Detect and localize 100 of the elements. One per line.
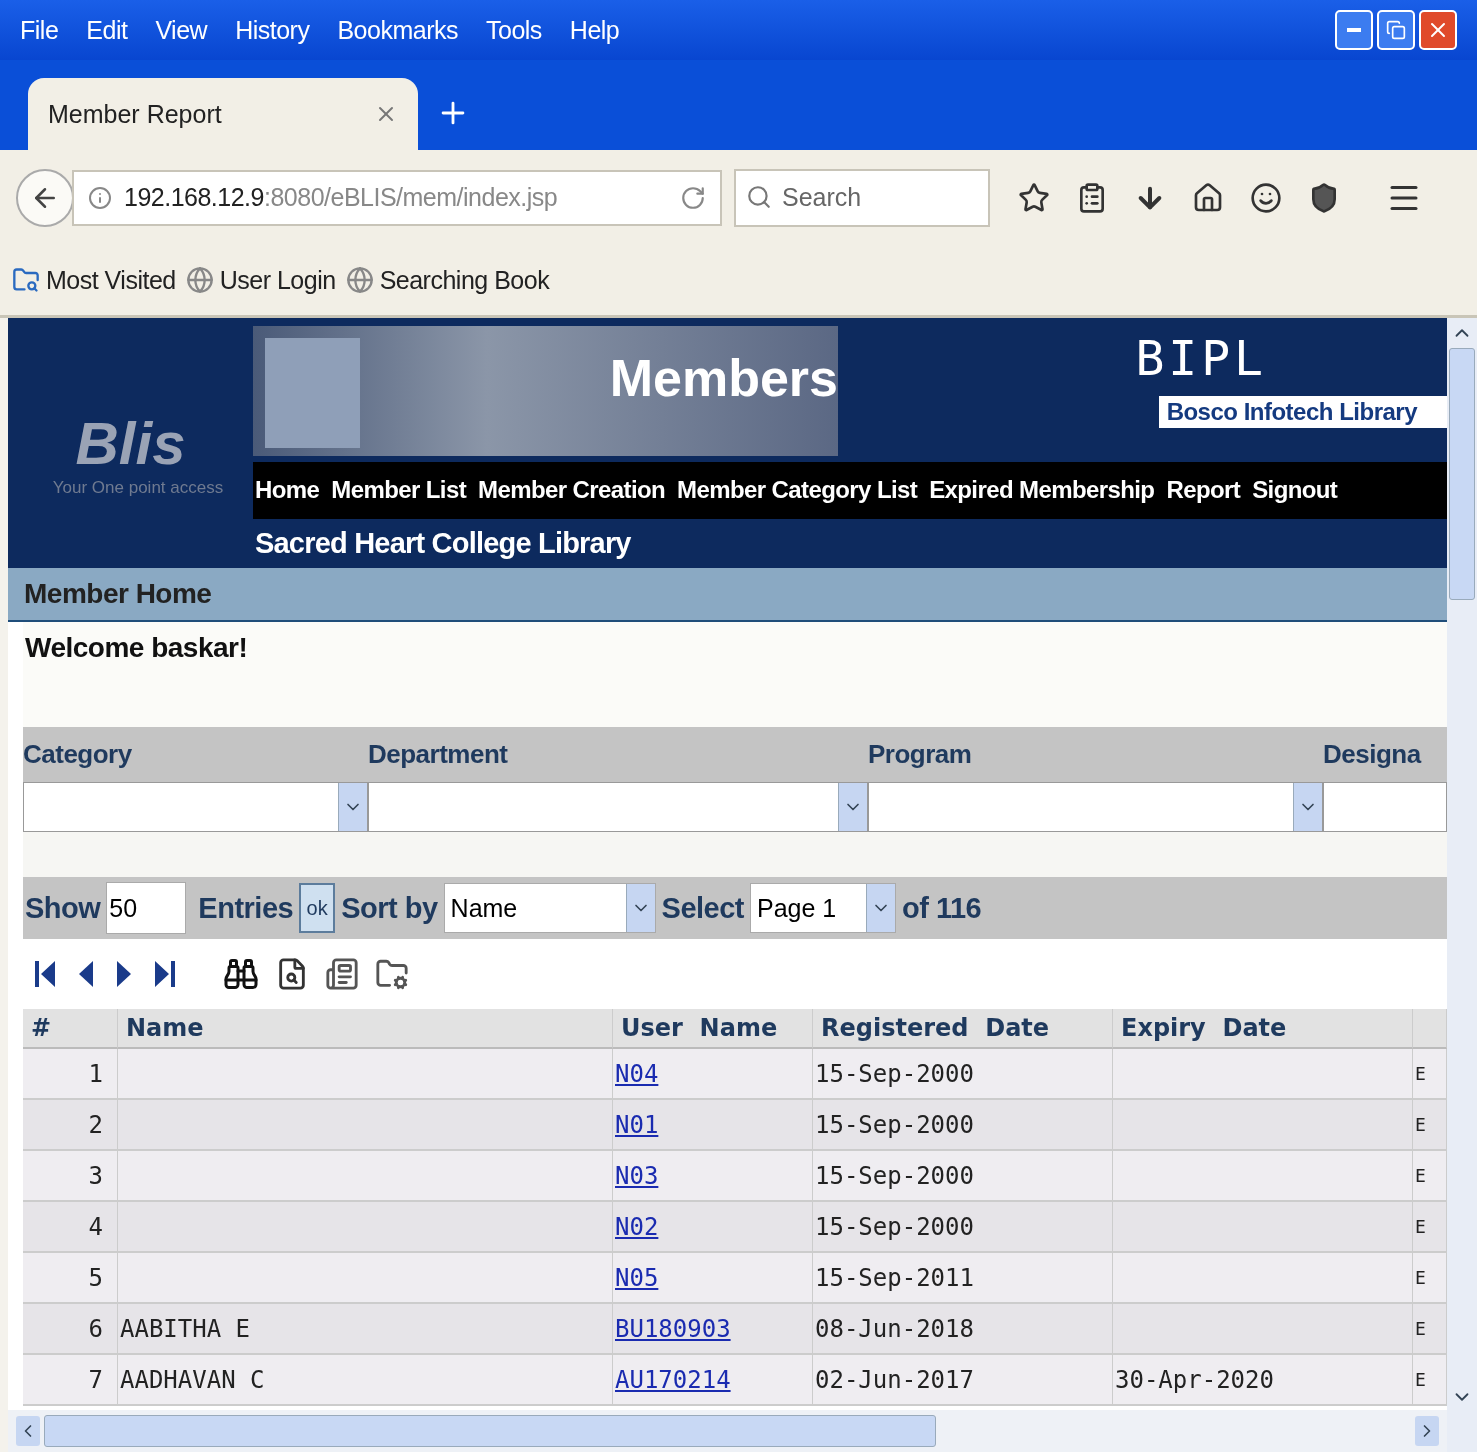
user-link[interactable]: N03 <box>615 1161 659 1190</box>
user-link[interactable]: AU170214 <box>615 1365 731 1394</box>
info-icon[interactable] <box>88 185 112 210</box>
table-cell: E <box>1413 1355 1447 1406</box>
bookmark-link[interactable]: Searching Book <box>379 265 550 295</box>
address-field[interactable]: 192.168.12.9:8080/eBLIS/mem/index.jsp <box>72 169 722 226</box>
menu-item[interactable]: File <box>20 15 59 45</box>
star-icon[interactable] <box>1018 181 1050 214</box>
minimize-icon <box>1347 28 1361 32</box>
table-cell: 5 <box>23 1253 118 1304</box>
nav-link[interactable]: Member Creation <box>478 476 666 505</box>
nav-link[interactable]: Signout <box>1252 476 1338 505</box>
menu-item[interactable]: History <box>235 15 310 45</box>
filter-label: Category <box>23 739 132 770</box>
entries-field[interactable]: 50 <box>106 882 187 934</box>
entries-label: Entries <box>198 891 294 925</box>
logo-tagline: Your One point access <box>52 477 224 498</box>
home-icon[interactable] <box>1192 181 1224 214</box>
menu-item[interactable]: Bookmarks <box>337 15 458 45</box>
table-cell: 7 <box>23 1355 118 1406</box>
nav-link[interactable]: Member Category List <box>677 476 918 505</box>
horizontal-scrollbar[interactable] <box>8 1410 1447 1452</box>
last-page-icon[interactable] <box>153 959 177 989</box>
table-cell: 6 <box>23 1304 118 1355</box>
sort-select[interactable]: Name <box>443 883 656 933</box>
column-header: User Name <box>613 1009 813 1049</box>
filter-select[interactable] <box>1323 782 1447 832</box>
nav-link[interactable]: Expired Membership <box>929 476 1155 505</box>
table-cell: E <box>1413 1151 1447 1202</box>
search-icon <box>746 183 772 210</box>
document-icon[interactable] <box>325 957 359 991</box>
banner-title: Members <box>609 348 838 408</box>
table-cell: 3 <box>23 1151 118 1202</box>
table-cell: 1 <box>23 1049 118 1100</box>
table-cell: 02-Jun-2017 <box>813 1355 1113 1406</box>
table-cell: 15-Sep-2000 <box>813 1100 1113 1151</box>
user-link[interactable]: N01 <box>615 1110 659 1139</box>
page-count: of 116 <box>902 891 982 925</box>
menu-item[interactable]: Tools <box>486 15 542 45</box>
column-header: Expiry Date <box>1113 1009 1413 1049</box>
user-link[interactable]: N02 <box>615 1212 659 1241</box>
browser-tab[interactable]: Member Report <box>28 78 418 150</box>
ok-button[interactable]: ok <box>299 883 336 933</box>
reload-icon[interactable] <box>680 184 706 211</box>
scroll-right-button[interactable] <box>1415 1416 1439 1446</box>
sort-label: Sort by <box>341 891 438 925</box>
table-cell: 4 <box>23 1202 118 1253</box>
search-field[interactable]: Search <box>734 168 990 227</box>
site-logo: Blis <box>75 408 186 478</box>
scroll-left-button[interactable] <box>16 1416 40 1446</box>
smiley-icon[interactable] <box>1250 181 1282 214</box>
tab-title: Member Report <box>48 99 222 129</box>
minimize-button[interactable] <box>1335 10 1373 50</box>
user-link[interactable]: BU180903 <box>615 1314 731 1343</box>
section-title: Member Home <box>24 578 212 610</box>
folder-icon <box>12 266 40 294</box>
scrollbar-thumb[interactable] <box>1449 348 1475 600</box>
export-icon[interactable] <box>375 957 409 991</box>
restore-icon <box>1386 20 1406 40</box>
select-label: Select <box>661 891 745 925</box>
menu-item[interactable]: View <box>155 15 208 45</box>
table-cell: AADHAVAN C <box>118 1355 613 1406</box>
nav-link[interactable]: Member List <box>331 476 467 505</box>
menu-item[interactable]: Help <box>569 15 620 45</box>
table-cell: 15-Sep-2000 <box>813 1049 1113 1100</box>
filter-select[interactable] <box>23 782 368 832</box>
bookmark-link[interactable]: Most Visited <box>46 265 176 295</box>
column-header: Registered Date <box>813 1009 1113 1049</box>
table-cell: 30-Apr-2020 <box>1113 1355 1413 1406</box>
close-button[interactable] <box>1419 10 1457 50</box>
first-page-icon[interactable] <box>33 959 57 989</box>
table-cell: E <box>1413 1304 1447 1355</box>
welcome-message: Welcome baskar! <box>25 632 248 663</box>
filter-select[interactable] <box>368 782 868 832</box>
table-cell: E <box>1413 1253 1447 1304</box>
table-cell: 15-Sep-2000 <box>813 1151 1113 1202</box>
table-cell: 15-Sep-2011 <box>813 1253 1113 1304</box>
nav-link[interactable]: Home <box>255 476 320 505</box>
user-link[interactable]: N04 <box>615 1059 659 1088</box>
binoculars-icon[interactable] <box>223 956 259 992</box>
user-link[interactable]: N05 <box>615 1263 659 1292</box>
page-select[interactable]: Page 1 <box>750 883 897 933</box>
column-header: # <box>23 1009 118 1049</box>
table-cell: 15-Sep-2000 <box>813 1202 1113 1253</box>
restore-button[interactable] <box>1377 10 1415 50</box>
table-cell: 08-Jun-2018 <box>813 1304 1113 1355</box>
filter-label: Designa <box>1323 739 1421 770</box>
header-cell <box>1413 1009 1447 1049</box>
bookmark-link[interactable]: User Login <box>219 265 336 295</box>
vertical-scrollbar[interactable] <box>1447 318 1477 1452</box>
globe-icon <box>185 266 214 294</box>
back-button[interactable] <box>16 168 74 227</box>
globe-icon <box>345 266 374 294</box>
library-name: Sacred Heart College Library <box>254 526 632 561</box>
table-cell: E <box>1413 1202 1447 1253</box>
scrollbar-thumb[interactable] <box>44 1415 936 1447</box>
nav-link[interactable]: Report <box>1166 476 1241 505</box>
filter-select[interactable] <box>868 782 1323 832</box>
table-cell: E <box>1413 1049 1447 1100</box>
menu-item[interactable]: Edit <box>86 15 128 45</box>
